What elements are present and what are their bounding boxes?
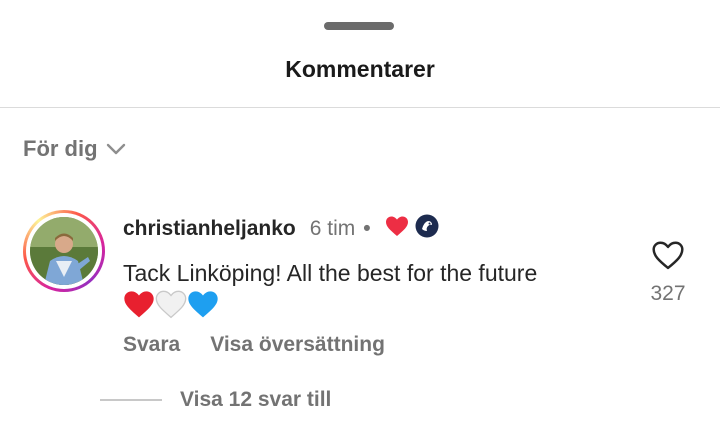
drag-handle[interactable] (324, 22, 394, 30)
view-replies-button[interactable]: Visa 12 svar till (100, 388, 331, 412)
sort-filter-button[interactable]: För dig (23, 136, 126, 162)
replies-divider-line (100, 399, 162, 401)
white-heart-icon (155, 290, 187, 319)
comment-body: Tack Linköping! All the best for the fut… (123, 258, 623, 319)
liked-by-creator-heart-icon (385, 215, 409, 243)
comment-timestamp: 6 tim (309, 217, 356, 240)
comments-sheet: Kommentarer För dig christianheljanko 6 … (0, 0, 720, 437)
comment-actions: Svara Visa översättning (123, 333, 385, 357)
comment-emoji (123, 289, 623, 319)
see-translation-button[interactable]: Visa översättning (210, 333, 385, 357)
sort-filter-label: För dig (23, 136, 98, 161)
chevron-down-icon (106, 143, 125, 155)
avatar (30, 217, 98, 285)
like-heart-icon[interactable] (651, 240, 685, 270)
like-count: 327 (650, 282, 686, 305)
comment-username[interactable]: christianheljanko (123, 217, 296, 241)
sheet-title: Kommentarer (285, 56, 435, 82)
avatar-photo (30, 217, 98, 285)
separator-dot: • (363, 217, 371, 240)
red-heart-icon (124, 291, 154, 318)
comment-header: christianheljanko 6 tim • (123, 214, 439, 244)
view-replies-label: Visa 12 svar till (180, 388, 332, 411)
creator-profile-badge-icon (415, 214, 439, 244)
avatar-story-ring[interactable] (23, 210, 105, 292)
header-divider (0, 107, 720, 108)
comment-text: Tack Linköping! All the best for the fut… (123, 260, 538, 286)
blue-heart-icon (188, 291, 218, 318)
reply-button[interactable]: Svara (123, 333, 180, 357)
